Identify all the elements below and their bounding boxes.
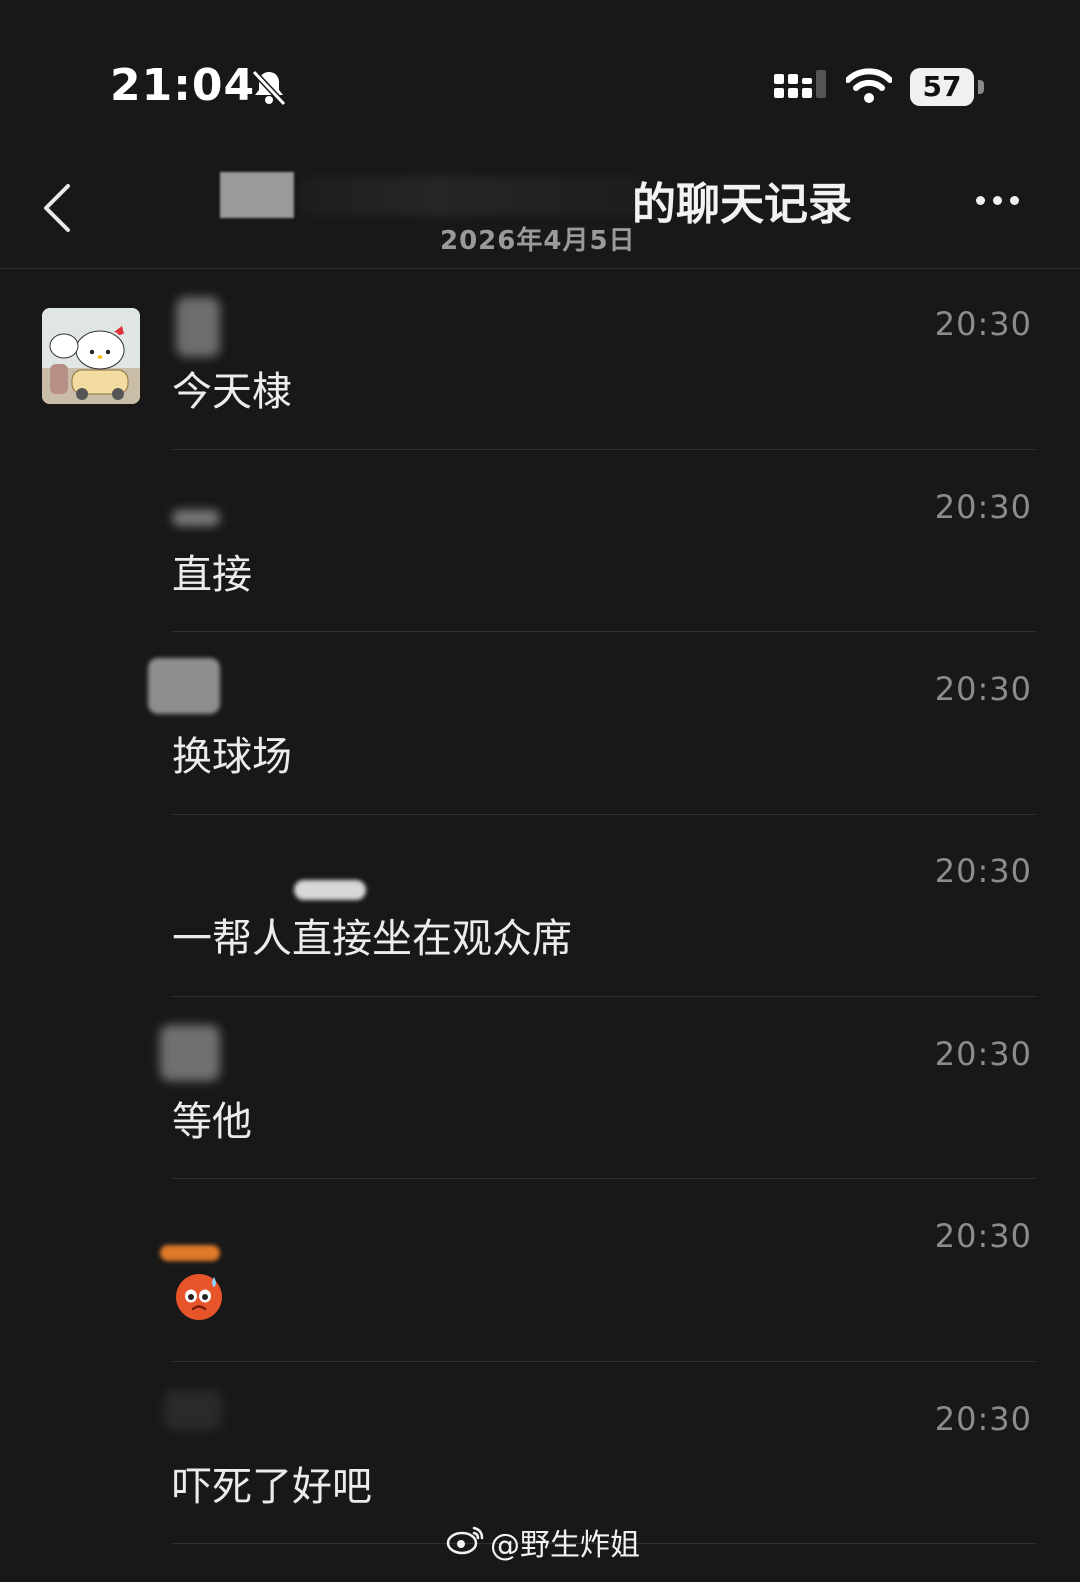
redacted-sender-name xyxy=(294,880,366,900)
message-time: 20:30 xyxy=(934,1400,1032,1438)
divider xyxy=(172,631,1036,632)
redacted-sender-name xyxy=(164,1390,222,1430)
redacted-sender-name xyxy=(160,1245,220,1261)
worried-face-icon xyxy=(176,1274,222,1320)
page-title: 的聊天记录 xyxy=(632,179,852,230)
chat-message-row[interactable]: 20:30 今天棣 xyxy=(0,297,1080,487)
redacted-sender-name xyxy=(172,510,220,526)
status-time: 21:04 xyxy=(110,60,256,111)
redacted-sender-name xyxy=(176,297,220,357)
wifi-icon xyxy=(846,68,892,103)
redacted-sender-name xyxy=(148,658,220,714)
message-text: 一帮人直接坐在观众席 xyxy=(172,916,572,962)
divider xyxy=(172,814,1036,815)
chat-message-row[interactable]: 20:30 换球场 xyxy=(0,658,1080,852)
cellular-signal-icon xyxy=(774,70,826,98)
battery-indicator: 57 xyxy=(910,68,974,106)
chat-message-row[interactable]: 20:30 等他 xyxy=(0,1025,1080,1217)
battery-tip xyxy=(978,80,984,94)
divider xyxy=(172,996,1036,997)
message-text: 换球场 xyxy=(172,734,292,780)
page-subtitle-date: 2026年4月5日 xyxy=(440,226,636,256)
message-time: 20:30 xyxy=(934,852,1032,890)
divider xyxy=(172,1361,1036,1362)
redacted-name-block xyxy=(220,172,294,218)
message-text: 直接 xyxy=(172,552,252,598)
divider xyxy=(172,1178,1036,1179)
chevron-left-icon[interactable] xyxy=(38,180,78,236)
chat-message-row[interactable]: 20:30 直接 xyxy=(0,488,1080,670)
redacted-name-blur xyxy=(300,176,640,216)
ellipsis-icon[interactable] xyxy=(976,190,1032,220)
divider xyxy=(172,449,1036,450)
message-text: 等他 xyxy=(172,1099,252,1145)
watermark-text: @野生炸姐 xyxy=(490,1528,640,1563)
message-text: 吓死了好吧 xyxy=(172,1464,372,1510)
weibo-logo-icon xyxy=(446,1526,484,1555)
status-bar: 21:04 57 xyxy=(0,0,1080,150)
message-time: 20:30 xyxy=(934,1035,1032,1073)
message-time: 20:30 xyxy=(934,305,1032,343)
chat-message-row[interactable]: 20:30 一帮人直接坐在观众席 xyxy=(0,852,1080,1034)
chat-record-header: 的聊天记录 2026年4月5日 xyxy=(0,150,1080,269)
message-text: 今天棣 xyxy=(172,369,292,415)
redacted-sender-name xyxy=(160,1025,220,1081)
bell-muted-icon xyxy=(251,69,287,107)
message-time: 20:30 xyxy=(934,670,1032,708)
message-time: 20:30 xyxy=(934,1217,1032,1255)
message-time: 20:30 xyxy=(934,488,1032,526)
chat-message-row[interactable]: 20:30 xyxy=(0,1217,1080,1399)
